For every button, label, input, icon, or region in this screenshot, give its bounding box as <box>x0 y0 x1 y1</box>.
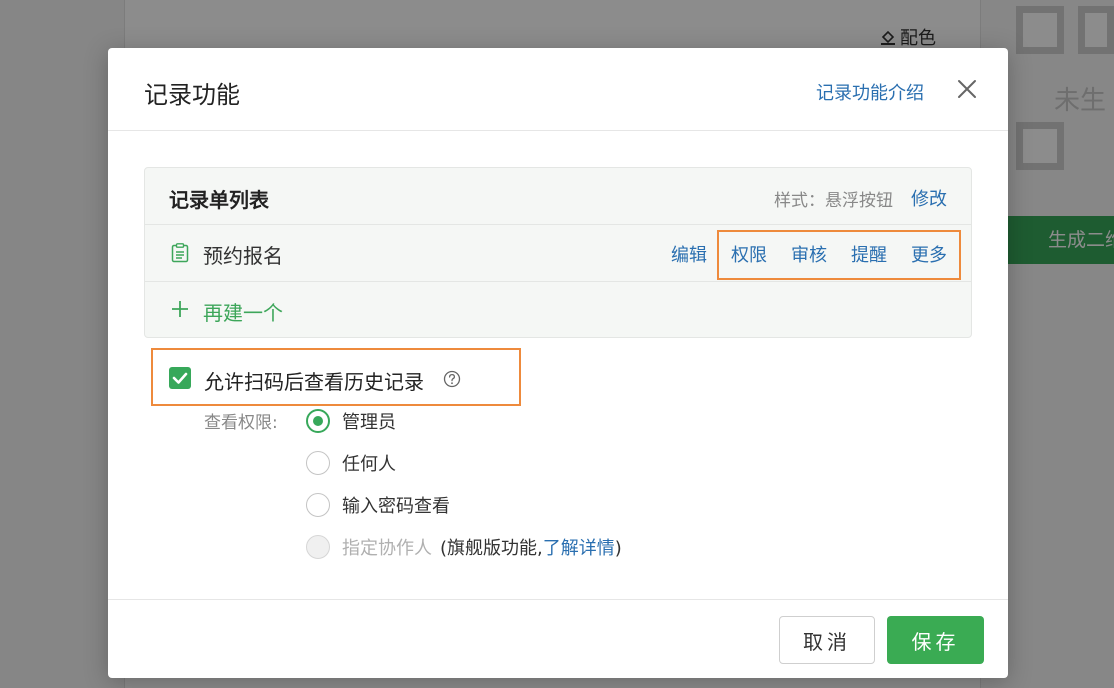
record-function-intro-link[interactable]: 记录功能介绍 <box>816 79 924 105</box>
modal-footer: 取消 保存 <box>108 599 1008 678</box>
radio-option-collaborator: 指定协作人 (旗舰版功能,了解详情) <box>306 534 622 560</box>
record-list-title: 记录单列表 <box>169 188 269 212</box>
radio-button-disabled <box>306 535 330 559</box>
radio-option-anyone[interactable]: 任何人 <box>306 450 396 476</box>
radio-option-password[interactable]: 输入密码查看 <box>306 492 450 518</box>
radio-button[interactable] <box>306 451 330 475</box>
add-another-link[interactable]: 再建一个 <box>203 297 283 326</box>
cancel-button[interactable]: 取消 <box>779 616 875 664</box>
record-list-header: 记录单列表 样式：悬浮按钮 修改 <box>145 168 971 225</box>
save-button[interactable]: 保存 <box>887 616 984 664</box>
radio-option-admin[interactable]: 管理员 <box>306 408 396 434</box>
radio-button[interactable] <box>306 409 330 433</box>
close-icon[interactable] <box>956 78 978 100</box>
flagship-note: (旗舰版功能,了解详情) <box>440 534 622 560</box>
plus-icon <box>172 301 188 317</box>
radio-label: 输入密码查看 <box>342 496 450 517</box>
edit-link[interactable]: 编辑 <box>671 241 707 267</box>
record-list-card: 记录单列表 样式：悬浮按钮 修改 预约报名 编辑 权限 审核 提醒 更多 再建一… <box>144 167 972 338</box>
radio-label: 指定协作人 <box>342 538 432 559</box>
style-label: 样式：悬浮按钮 <box>774 191 893 211</box>
modal-header: 记录功能 记录功能介绍 <box>108 48 1008 131</box>
document-icon <box>171 243 189 263</box>
radio-button[interactable] <box>306 493 330 517</box>
modal-title: 记录功能 <box>144 81 240 109</box>
radio-label: 任何人 <box>342 454 396 475</box>
learn-more-link[interactable]: 了解详情 <box>543 538 615 559</box>
modify-style-link[interactable]: 修改 <box>911 185 947 211</box>
record-function-modal: 记录功能 记录功能介绍 记录单列表 样式：悬浮按钮 修改 预约报名 编辑 权限 … <box>108 48 1008 678</box>
question-circle-icon[interactable] <box>443 370 461 388</box>
checkmark-icon <box>172 372 188 384</box>
allow-history-highlight: 允许扫码后查看历史记录 <box>151 348 521 406</box>
add-record-row[interactable]: 再建一个 <box>145 282 971 337</box>
allow-history-label: 允许扫码后查看历史记录 <box>204 370 424 394</box>
flagship-note-prefix: (旗舰版功能, <box>440 538 543 559</box>
flagship-note-suffix: ) <box>614 538 622 559</box>
allow-history-checkbox[interactable] <box>169 367 191 389</box>
record-list-item: 预约报名 编辑 权限 审核 提醒 更多 <box>145 225 971 282</box>
record-item-name: 预约报名 <box>203 244 283 268</box>
radio-label: 管理员 <box>342 412 396 433</box>
highlight-box-actions <box>717 230 961 280</box>
view-permission-label: 查看权限: <box>204 413 278 433</box>
